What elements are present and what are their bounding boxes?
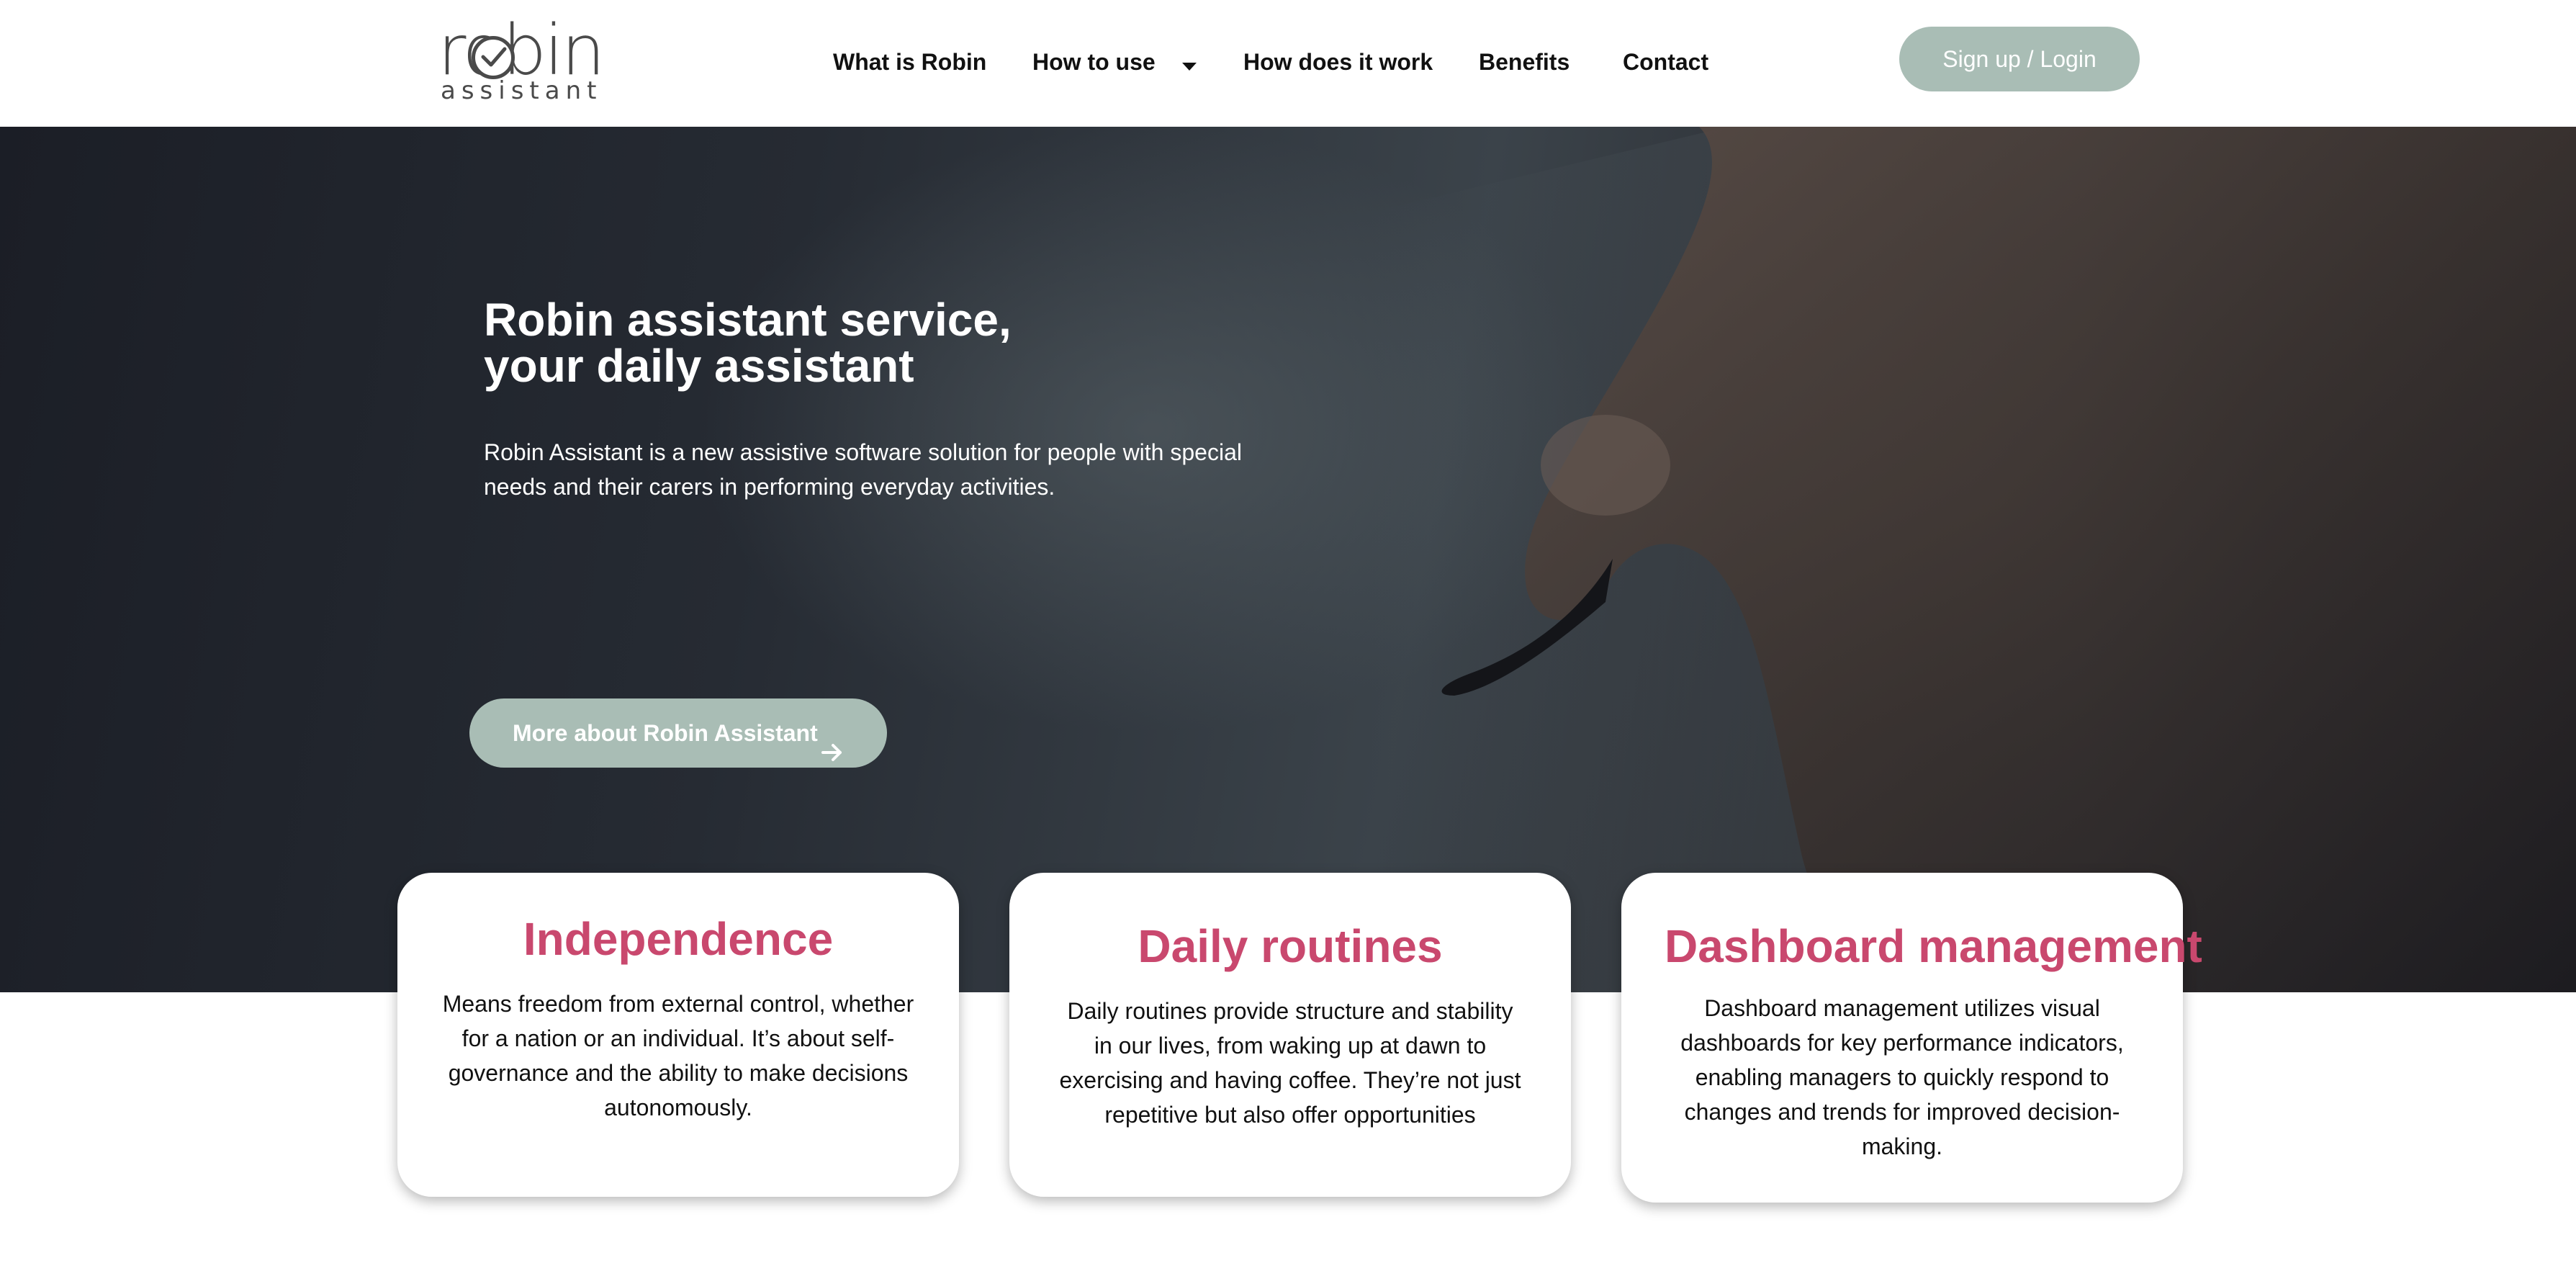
nav-benefits[interactable]: Benefits xyxy=(1479,46,1570,78)
more-about-button[interactable]: More about Robin Assistant xyxy=(469,698,887,768)
logo-word: robin xyxy=(438,10,605,91)
hand-pen-illustration xyxy=(1368,127,2576,992)
card-dashboard-management: Dashboard management Dashboard managemen… xyxy=(1621,873,2202,1203)
hero-description: Robin Assistant is a new assistive softw… xyxy=(484,439,1242,500)
check-icon xyxy=(472,36,515,79)
nav-how-to-use[interactable]: How to use xyxy=(1032,46,1198,80)
nav-how-does-it-work[interactable]: How does it work xyxy=(1243,46,1433,78)
more-about-button-label: More about Robin Assistant xyxy=(513,720,818,746)
card-title: Daily routines xyxy=(1138,920,1443,972)
nav-what-is-robin[interactable]: What is Robin xyxy=(833,46,986,78)
signup-login-button[interactable]: Sign up / Login xyxy=(1899,27,2140,91)
site-header: robin assistant What is Robin How to use… xyxy=(0,0,2576,127)
card-text: Dashboard management utilizes visual das… xyxy=(1680,995,2124,1159)
hero-title: Robin assistant service, your daily assi… xyxy=(484,297,1132,389)
card-text: Means freedom from external control, whe… xyxy=(442,991,914,1120)
logo-subtitle: assistant xyxy=(441,76,603,105)
card-title: Dashboard management xyxy=(1665,920,2202,972)
hero-title-line-2: your daily assistant xyxy=(484,340,914,392)
card-independence: Independence Means freedom from external… xyxy=(397,873,959,1197)
nav-contact[interactable]: Contact xyxy=(1623,46,1708,78)
arrow-right-icon xyxy=(821,722,844,791)
card-title: Independence xyxy=(523,913,834,965)
hero-section: Robin assistant service, your daily assi… xyxy=(0,127,2576,992)
robin-logo[interactable]: robin assistant xyxy=(438,16,605,105)
caret-down-icon xyxy=(1181,48,1198,80)
hero-title-line-1: Robin assistant service, xyxy=(484,294,1012,346)
nav-how-to-use-label: How to use xyxy=(1032,49,1156,75)
card-daily-routines: Daily routines Daily routines provide st… xyxy=(1009,873,1571,1197)
card-text: Daily routines provide structure and sta… xyxy=(1059,998,1521,1128)
